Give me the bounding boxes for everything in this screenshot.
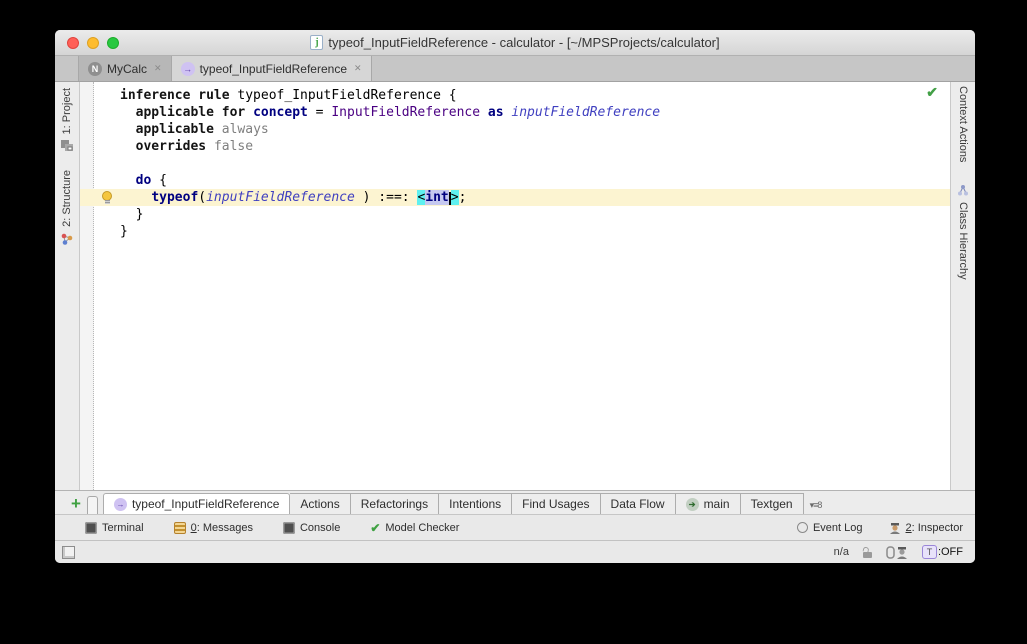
messages-button[interactable]: 0: Messages — [174, 522, 253, 534]
structure-icon — [60, 232, 74, 246]
btab-label: Refactorings — [361, 497, 428, 511]
close-icon[interactable]: ✕ — [154, 63, 162, 74]
tab-mycalc[interactable]: N MyCalc ✕ — [78, 56, 172, 81]
title-bar: j typeof_InputFieldReference - calculato… — [55, 30, 975, 56]
intention-bulb-icon[interactable] — [102, 191, 113, 204]
sidebar-item-project[interactable]: 1: Project — [60, 88, 74, 152]
btab-label: Data Flow — [611, 497, 665, 511]
code-lines: inference rule typeof_InputFieldReferenc… — [80, 82, 950, 240]
code-line — [80, 155, 950, 172]
arrow-icon: → — [114, 498, 127, 511]
model-checker-icon: ✔ — [370, 521, 380, 535]
typesystem-badge: T — [922, 545, 937, 559]
btab-actions[interactable]: Actions — [290, 493, 349, 514]
tab-label: typeof_InputFieldReference — [200, 62, 347, 76]
minimize-button[interactable] — [87, 37, 99, 49]
btab-find-usages[interactable]: Find Usages — [511, 493, 599, 514]
btab-refactorings[interactable]: Refactorings — [350, 493, 438, 514]
inspection-ok-icon: ✔ — [926, 84, 938, 101]
arrow-icon: ➔ — [686, 498, 699, 511]
tab-overflow-icon[interactable]: ▾≡8 — [810, 500, 822, 511]
sidebar-item-class-hierarchy[interactable]: Class Hierarchy — [956, 184, 970, 280]
editor-tab-strip: N MyCalc ✕ → typeof_InputFieldReference … — [55, 56, 975, 82]
code-line: } — [80, 223, 950, 240]
code-line: applicable always — [80, 121, 950, 138]
btab-main[interactable]: ➔ main — [675, 493, 740, 514]
terminal-icon — [85, 522, 97, 534]
project-label: 1: Project — [61, 88, 73, 134]
arrow-icon: → — [181, 62, 195, 76]
btab-label: main — [704, 497, 730, 511]
status-bar: n/a T :OFF — [55, 540, 975, 563]
lock-icon[interactable] — [863, 547, 872, 558]
class-hierarchy-icon — [956, 184, 970, 197]
right-tool-strip: Context Actions Class Hierarchy — [950, 82, 975, 490]
btab-label: typeof_InputFieldReference — [132, 497, 279, 511]
terminal-button[interactable]: Terminal — [85, 522, 144, 534]
empty-tab-slot — [87, 496, 98, 514]
node-icon: N — [88, 62, 102, 76]
close-button[interactable] — [67, 37, 79, 49]
editor-area[interactable]: inference rule typeof_InputFieldReferenc… — [80, 82, 950, 490]
console-icon — [283, 522, 295, 534]
event-log-button[interactable]: Event Log — [797, 522, 863, 534]
sidebar-item-structure[interactable]: 2: Structure — [60, 170, 74, 246]
class-hierarchy-label: Class Hierarchy — [957, 202, 969, 280]
code-line: } — [80, 206, 950, 223]
add-tab-button[interactable]: + — [71, 495, 81, 512]
left-tool-strip: 1: Project 2: Structure — [55, 82, 80, 490]
inspector-button[interactable]: 2: Inspector — [889, 522, 963, 534]
sidebar-item-context-actions[interactable]: Context Actions — [957, 86, 969, 162]
window-controls — [67, 37, 119, 49]
btab-textgen[interactable]: Textgen — [740, 493, 804, 514]
inspector-icon — [889, 522, 901, 534]
highlighting-level-icon[interactable] — [886, 546, 908, 559]
btab-label: Actions — [300, 497, 339, 511]
btab-label: Find Usages — [522, 497, 589, 511]
tab-label: MyCalc — [107, 62, 147, 76]
structure-label: 2: Structure — [61, 170, 73, 227]
caret-position: n/a — [834, 546, 849, 558]
bottom-tab-bar: + → typeof_InputFieldReference Actions R… — [55, 490, 975, 514]
btab-label: Textgen — [751, 497, 793, 511]
model-checker-button[interactable]: ✔ Model Checker — [370, 521, 459, 535]
code-line: do { — [80, 172, 950, 189]
btab-intentions[interactable]: Intentions — [438, 493, 511, 514]
code-line: overrides false — [80, 138, 950, 155]
close-icon[interactable]: ✕ — [354, 63, 362, 74]
typesystem-state: :OFF — [938, 546, 963, 558]
tab-typeof-inputfieldreference[interactable]: → typeof_InputFieldReference ✕ — [172, 56, 372, 81]
code-line: typeof(inputFieldReference ) :==: <int>; — [80, 189, 950, 206]
ide-window: j typeof_InputFieldReference - calculato… — [55, 30, 975, 563]
context-actions-label: Context Actions — [957, 86, 969, 162]
console-button[interactable]: Console — [283, 522, 340, 534]
event-log-icon — [797, 522, 808, 533]
typesystem-toggle[interactable]: T :OFF — [922, 545, 963, 559]
btab-data-flow[interactable]: Data Flow — [600, 493, 675, 514]
window-title: typeof_InputFieldReference - calculator … — [328, 35, 719, 50]
messages-icon — [174, 522, 186, 534]
code-line: inference rule typeof_InputFieldReferenc… — [80, 87, 950, 104]
zoom-button[interactable] — [107, 37, 119, 49]
project-icon — [60, 139, 74, 152]
document-icon: j — [310, 35, 323, 50]
btab-label: Intentions — [449, 497, 501, 511]
code-line: applicable for concept = InputFieldRefer… — [80, 104, 950, 121]
btab-typeof-inputfieldreference[interactable]: → typeof_InputFieldReference — [103, 493, 290, 514]
tool-window-bar: Terminal 0: Messages Console ✔ Model Che… — [55, 514, 975, 540]
toolwindow-toggle-icon[interactable] — [62, 546, 75, 559]
